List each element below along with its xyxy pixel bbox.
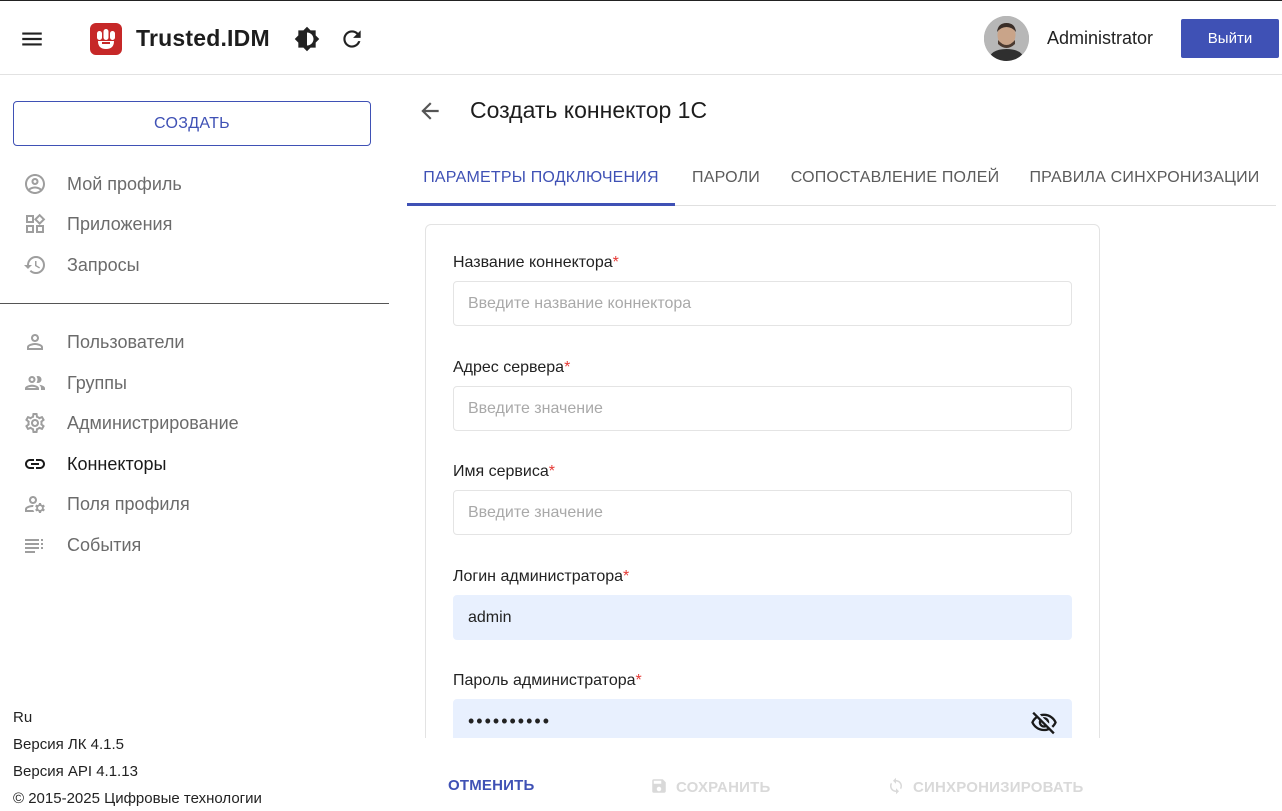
service-name-input[interactable] bbox=[453, 490, 1072, 535]
admin-login-label: Логин администратора* bbox=[453, 568, 630, 585]
sync-button-label: СИНХРОНИЗИРОВАТЬ bbox=[913, 779, 1084, 796]
back-arrow-icon[interactable] bbox=[417, 98, 443, 124]
sidebar-item-requests[interactable]: Запросы bbox=[0, 245, 389, 285]
version-api: Версия API 4.1.13 bbox=[13, 763, 138, 780]
save-button[interactable]: СОХРАНИТЬ bbox=[650, 777, 770, 796]
copyright: © 2015-2025 Цифровые технологии bbox=[13, 790, 262, 807]
logout-button[interactable]: Выйти bbox=[1181, 19, 1279, 58]
group-icon bbox=[23, 371, 47, 395]
service-name-label: Имя сервиса* bbox=[453, 463, 555, 480]
connection-form: Название коннектора* Адрес сервера* Имя … bbox=[425, 224, 1100, 744]
sidebar-item-label: Коннекторы bbox=[67, 454, 167, 474]
sidebar-item-groups[interactable]: Группы bbox=[0, 363, 389, 403]
sidebar-item-label: Приложения bbox=[67, 214, 173, 234]
gear-icon bbox=[23, 411, 47, 435]
sync-button[interactable]: СИНХРОНИЗИРОВАТЬ bbox=[887, 777, 1084, 796]
link-icon bbox=[23, 452, 47, 476]
cancel-button[interactable]: ОТМЕНИТЬ bbox=[448, 777, 535, 794]
sidebar: СОЗДАТЬ Мой профиль Приложения Запросы П… bbox=[0, 75, 389, 811]
version-lk: Версия ЛК 4.1.5 bbox=[13, 736, 124, 753]
tab-sync-rules[interactable]: ПРАВИЛА СИНХРОНИЗАЦИИ bbox=[1013, 154, 1276, 206]
admin-password-label: Пароль администратора* bbox=[453, 672, 642, 689]
visibility-off-icon[interactable] bbox=[1030, 709, 1058, 737]
tab-bar: ПАРАМЕТРЫ ПОДКЛЮЧЕНИЯ ПАРОЛИ СОПОСТАВЛЕН… bbox=[407, 154, 1276, 206]
sidebar-item-label: События bbox=[67, 535, 142, 555]
save-icon bbox=[650, 777, 668, 795]
sidebar-item-label: Группы bbox=[67, 373, 127, 393]
server-address-input[interactable] bbox=[453, 386, 1072, 431]
sidebar-divider bbox=[0, 303, 389, 304]
sidebar-item-connectors[interactable]: Коннекторы bbox=[0, 444, 389, 484]
page-title: Создать коннектор 1С bbox=[470, 97, 708, 123]
create-button[interactable]: СОЗДАТЬ bbox=[13, 101, 371, 146]
sidebar-item-events[interactable]: События bbox=[0, 525, 389, 565]
sidebar-item-label: Запросы bbox=[67, 255, 140, 275]
sidebar-item-my-profile[interactable]: Мой профиль bbox=[0, 164, 389, 204]
list-icon bbox=[23, 533, 47, 557]
brand-name: Trusted.IDM bbox=[136, 25, 270, 51]
save-button-label: СОХРАНИТЬ bbox=[676, 779, 771, 796]
theme-toggle-icon[interactable] bbox=[294, 26, 320, 52]
tab-connection-params[interactable]: ПАРАМЕТРЫ ПОДКЛЮЧЕНИЯ bbox=[407, 154, 675, 206]
username: Administrator bbox=[1047, 28, 1154, 48]
account-circle-icon bbox=[23, 172, 47, 196]
app-logo bbox=[90, 23, 122, 55]
hamburger-menu-icon[interactable] bbox=[19, 26, 45, 52]
connector-name-input[interactable] bbox=[453, 281, 1072, 326]
sidebar-item-label: Администрирование bbox=[67, 413, 239, 433]
sync-icon bbox=[887, 777, 905, 795]
tab-passwords[interactable]: ПАРОЛИ bbox=[675, 154, 777, 206]
sidebar-item-users[interactable]: Пользователи bbox=[0, 322, 389, 362]
connector-name-label: Название коннектора* bbox=[453, 254, 619, 271]
sidebar-item-label: Пользователи bbox=[67, 332, 185, 352]
sidebar-item-label: Мой профиль bbox=[67, 174, 182, 194]
admin-login-input[interactable] bbox=[453, 595, 1072, 640]
sidebar-item-profile-fields[interactable]: Поля профиля bbox=[0, 484, 389, 524]
person-settings-icon bbox=[23, 492, 47, 516]
server-address-label: Адрес сервера* bbox=[453, 359, 571, 376]
sidebar-item-label: Поля профиля bbox=[67, 494, 190, 514]
person-icon bbox=[23, 330, 47, 354]
widgets-icon bbox=[23, 212, 47, 236]
tab-field-mapping[interactable]: СОПОСТАВЛЕНИЕ ПОЛЕЙ bbox=[777, 154, 1013, 206]
language-switch[interactable]: Ru bbox=[13, 709, 32, 726]
history-icon bbox=[23, 253, 47, 277]
refresh-icon[interactable] bbox=[339, 26, 365, 52]
sidebar-item-applications[interactable]: Приложения bbox=[0, 204, 389, 244]
app-header: Trusted.IDM Administrator Выйти bbox=[0, 0, 1282, 75]
action-bar bbox=[407, 738, 1282, 811]
avatar[interactable] bbox=[984, 16, 1029, 61]
sidebar-item-administration[interactable]: Администрирование bbox=[0, 403, 389, 443]
